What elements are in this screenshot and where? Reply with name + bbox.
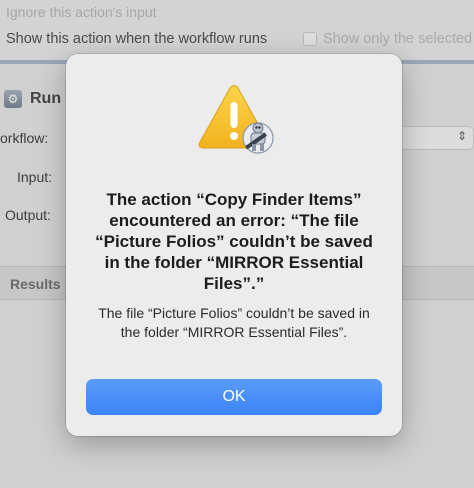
caution-icon (198, 85, 274, 154)
alert-message: The file “Picture Folios” couldn’t be sa… (98, 305, 370, 340)
workflow-select[interactable]: ⇕ (398, 126, 474, 150)
run-action-header: ⚙ Run (4, 90, 61, 108)
workflow-field-label: orkflow: (0, 130, 49, 146)
automator-action-icon: ⚙ (4, 90, 22, 108)
ignore-input-option: Ignore this action's input (6, 4, 157, 20)
alert-title: The action “Copy Finder Items” encounter… (95, 190, 373, 293)
input-field-label: Input: (17, 169, 53, 185)
show-only-selected-checkbox[interactable] (303, 32, 317, 46)
automator-robot-icon (242, 122, 274, 154)
up-down-chevron-icon: ⇕ (456, 129, 467, 143)
results-tab[interactable]: Results (10, 276, 61, 292)
show-only-selected-option[interactable]: Show only the selected (303, 31, 472, 47)
show-action-option[interactable]: Show this action when the workflow runs (6, 31, 267, 47)
ok-button[interactable]: OK (86, 379, 382, 415)
run-action-title: Run (30, 90, 62, 107)
error-alert-dialog: The action “Copy Finder Items” encounter… (66, 54, 402, 436)
show-only-selected-label: Show only the selected (323, 31, 473, 47)
output-field-label: Output: (5, 207, 51, 223)
